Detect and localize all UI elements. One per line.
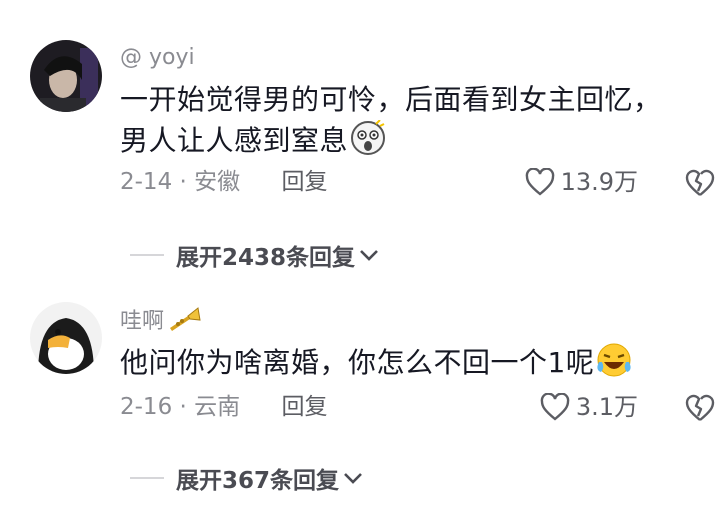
trumpet-icon	[166, 306, 202, 342]
username[interactable]: @ yoyi	[120, 44, 195, 72]
reply-button[interactable]: 回复	[281, 169, 327, 195]
username[interactable]: 哇啊	[120, 306, 202, 342]
avatar[interactable]	[30, 302, 102, 374]
broken-heart-icon	[685, 169, 715, 196]
chevron-down-icon	[344, 473, 362, 484]
shocked-face-icon	[350, 119, 386, 167]
comment-meta: 2-16 · 云南 回复	[120, 392, 327, 422]
dislike-button[interactable]	[684, 394, 716, 426]
like-button[interactable]: 3.1万	[540, 392, 638, 422]
dislike-button[interactable]	[684, 169, 716, 201]
date-location: 2-16 · 云南	[120, 394, 241, 420]
expand-replies-label: 展开2438条回复	[176, 245, 356, 271]
reply-button[interactable]: 回复	[281, 394, 327, 420]
comment-text-line: 男人让人感到窒息	[120, 119, 680, 167]
expand-replies-button[interactable]: 展开2438条回复	[130, 238, 379, 272]
comment-text: 他问你为啥离婚，你怎么不回一个1呢	[120, 342, 680, 389]
avatar[interactable]	[30, 40, 102, 112]
comment-text: 一开始觉得男的可怜，后面看到女主回忆， 男人让人感到窒息	[120, 80, 680, 167]
expand-replies-label: 展开367条回复	[176, 468, 340, 494]
comment-meta: 2-14 · 安徽 回复	[120, 167, 327, 197]
broken-heart-icon	[685, 394, 715, 421]
divider-line	[130, 254, 164, 256]
comment-text-line: 一开始觉得男的可怜，后面看到女主回忆，	[120, 83, 662, 116]
comment-list: ▁▁▁ ▁ ▁▁ @ yoyi 一开始觉得男的可怜，后面看到女主回忆， 男人让人…	[0, 0, 728, 514]
laughing-tears-icon	[596, 342, 632, 389]
previous-comment-fragment: ▁▁▁ ▁ ▁▁	[0, 0, 728, 4]
heart-icon	[540, 393, 570, 421]
like-count: 3.1万	[575, 393, 638, 421]
like-count: 13.9万	[560, 168, 638, 196]
heart-icon	[525, 168, 554, 196]
divider-line	[130, 477, 164, 479]
like-button[interactable]: 13.9万	[525, 167, 638, 197]
date-location: 2-14 · 安徽	[120, 169, 241, 195]
expand-replies-button[interactable]: 展开367条回复	[130, 461, 363, 495]
chevron-down-icon	[360, 250, 378, 261]
